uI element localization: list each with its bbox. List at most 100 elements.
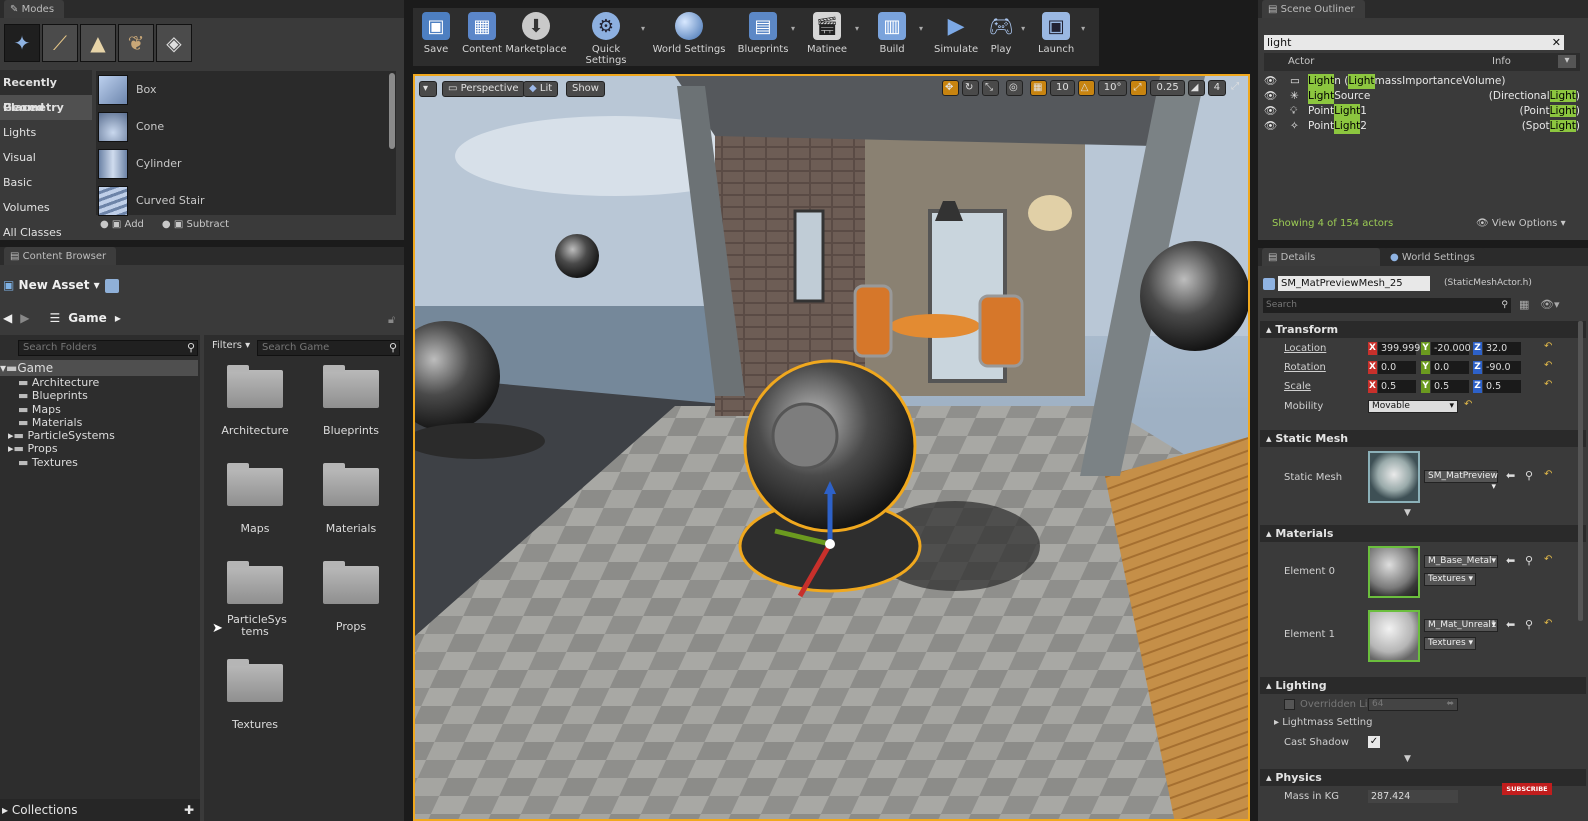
world-settings-tab[interactable]: ● World Settings bbox=[1384, 248, 1485, 266]
reset-static-mesh-icon[interactable]: ↶ bbox=[1544, 469, 1552, 480]
add-button[interactable]: ● ▣ Add bbox=[100, 219, 144, 230]
camera-speed-icon[interactable]: ◢ bbox=[1187, 80, 1205, 96]
content-button[interactable]: ▦ Content bbox=[459, 12, 505, 55]
column-actor[interactable]: Actor bbox=[1288, 53, 1314, 71]
paint-mode-icon[interactable]: ⟋ bbox=[42, 24, 78, 62]
outliner-row[interactable]: 👁︎ 💡︎ Point Light 1 (PointLight) bbox=[1264, 104, 1580, 119]
location-x[interactable]: 399.999 bbox=[1378, 342, 1420, 355]
visibility-eye-icon[interactable]: 👁︎ bbox=[1264, 74, 1290, 89]
reset-material-0-icon[interactable]: ↶ bbox=[1544, 554, 1552, 565]
build-button[interactable]: ▥ Build bbox=[865, 12, 919, 55]
viewport-options-button[interactable]: ▾ bbox=[419, 81, 437, 97]
landscape-mode-icon[interactable]: ▲ bbox=[80, 24, 116, 62]
lightmass-settings-label[interactable]: ▸ Lightmass Setting bbox=[1274, 717, 1372, 728]
tree-item[interactable]: ▸▬ Props bbox=[0, 442, 198, 455]
category-volumes[interactable]: Volumes bbox=[0, 195, 92, 220]
property-matrix-icon[interactable]: ▦ bbox=[1519, 298, 1529, 311]
scrollbar[interactable] bbox=[389, 73, 395, 149]
camera-speed-value[interactable]: 4 bbox=[1207, 80, 1227, 96]
rotation-label[interactable]: Rotation bbox=[1284, 362, 1326, 373]
scale-mode-icon[interactable]: ⤡ bbox=[982, 80, 999, 96]
place-mode-icon[interactable]: ✦ bbox=[4, 24, 40, 62]
tree-item[interactable]: ▬ Architecture bbox=[0, 376, 198, 389]
tree-item[interactable]: ▬ Blueprints bbox=[0, 389, 198, 402]
save-button[interactable]: ▣ Save bbox=[413, 12, 459, 55]
use-selected-arrow-icon[interactable]: ⬅ bbox=[1506, 469, 1515, 482]
scale-x[interactable]: 0.5 bbox=[1378, 380, 1416, 393]
world-local-icon[interactable]: ◎ bbox=[1006, 80, 1023, 96]
visibility-eye-icon[interactable]: 👁︎ bbox=[1264, 89, 1290, 104]
cast-shadow-checkbox[interactable]: ✓ bbox=[1368, 736, 1380, 748]
material-1-dropdown[interactable]: M_Mat_Unreal1 ▾ bbox=[1424, 619, 1498, 632]
placeable-item[interactable]: Cone bbox=[98, 108, 396, 145]
rotation-x[interactable]: 0.0 bbox=[1378, 361, 1416, 374]
add-collection-icon[interactable]: ✚ bbox=[184, 799, 194, 821]
save-all-icon[interactable] bbox=[105, 279, 119, 293]
grid-snap-value[interactable]: 10 bbox=[1050, 80, 1075, 96]
actor-name-input[interactable]: SM_MatPreviewMesh_25 bbox=[1278, 276, 1430, 291]
subtract-button[interactable]: ● ▣ Subtract bbox=[162, 219, 229, 230]
visibility-eye-icon[interactable]: 👁︎ bbox=[1264, 104, 1290, 119]
subscribe-badge[interactable]: SUBSCRIBE bbox=[1502, 783, 1552, 795]
browse-search-icon[interactable]: ⚲ bbox=[1525, 469, 1533, 482]
category-recently-placed[interactable]: Recently Placed bbox=[0, 70, 92, 114]
materials-section-header[interactable]: ▴ Materials bbox=[1260, 525, 1586, 542]
reset-material-1-icon[interactable]: ↶ bbox=[1544, 618, 1552, 629]
grid-snap-icon[interactable]: ▦ bbox=[1030, 80, 1047, 96]
tree-item[interactable]: ▬ Materials bbox=[0, 416, 198, 429]
asset-folder-maps[interactable]: Maps bbox=[210, 463, 300, 535]
clear-search-icon[interactable]: ✕ bbox=[1552, 35, 1561, 50]
static-mesh-thumbnail[interactable] bbox=[1368, 451, 1420, 503]
asset-folder-blueprints[interactable]: Blueprints bbox=[306, 365, 396, 437]
material-1-thumbnail[interactable] bbox=[1368, 610, 1420, 662]
static-mesh-dropdown[interactable]: SM_MatPreview ▾ bbox=[1424, 470, 1498, 492]
reset-scale-icon[interactable]: ↶ bbox=[1544, 379, 1552, 390]
location-y[interactable]: -20.000 bbox=[1431, 342, 1471, 355]
expand-arrow-icon[interactable]: ▼ bbox=[1404, 508, 1411, 518]
outliner-row[interactable]: 👁︎ ▭ Light n (Light massImportanceVolume) bbox=[1264, 74, 1580, 89]
browse-search-icon[interactable]: ⚲ bbox=[1525, 618, 1533, 631]
launch-dropdown-icon[interactable]: ▾ bbox=[1081, 24, 1085, 33]
back-icon[interactable]: ◀ bbox=[3, 311, 12, 325]
mobility-dropdown[interactable]: Movable ▾ bbox=[1368, 400, 1458, 413]
path-chevron-icon[interactable]: ▸ bbox=[115, 311, 121, 325]
placeable-item[interactable]: Curved Stair bbox=[98, 182, 396, 219]
category-lights[interactable]: Lights bbox=[0, 120, 92, 145]
quick-settings-button[interactable]: ⚙ Quick Settings bbox=[571, 12, 641, 66]
modes-tab[interactable]: ✎ Modes bbox=[4, 0, 65, 18]
forward-icon[interactable]: ▶ bbox=[20, 311, 29, 325]
asset-folder-architecture[interactable]: Architecture bbox=[210, 365, 300, 437]
blueprints-dropdown-icon[interactable]: ▾ bbox=[791, 24, 795, 33]
overridden-light-checkbox[interactable] bbox=[1284, 699, 1295, 710]
reset-mobility-icon[interactable]: ↶ bbox=[1464, 399, 1472, 410]
rotation-snap-icon[interactable]: △ bbox=[1077, 80, 1095, 96]
scale-snap-value[interactable]: 0.25 bbox=[1150, 80, 1185, 96]
details-tab[interactable]: ▤ Details bbox=[1262, 248, 1380, 266]
scale-y[interactable]: 0.5 bbox=[1431, 380, 1469, 393]
column-info[interactable]: Info bbox=[1492, 53, 1511, 71]
category-geometry[interactable]: Geometry bbox=[0, 95, 92, 120]
search-game-input[interactable]: Search Game ⚲ bbox=[257, 340, 400, 356]
show-button[interactable]: Show bbox=[566, 81, 605, 97]
search-folders-input[interactable]: Search Folders ⚲ bbox=[18, 340, 198, 356]
level-viewport[interactable]: ▾ ▭ Perspective ◆ Lit Show ✥ ↻ ⤡ ◎ ▦ 10 … bbox=[413, 74, 1250, 821]
tree-item[interactable]: ▬ Maps bbox=[0, 403, 198, 416]
asset-folder-materials[interactable]: Materials bbox=[306, 463, 396, 535]
scale-z[interactable]: 0.5 bbox=[1483, 380, 1521, 393]
rotation-snap-value[interactable]: 10° bbox=[1097, 80, 1128, 96]
asset-folder-props[interactable]: Props bbox=[306, 561, 396, 633]
reset-rotation-icon[interactable]: ↶ bbox=[1544, 360, 1552, 371]
path-game[interactable]: Game bbox=[68, 311, 107, 325]
perspective-button[interactable]: ▭ Perspective bbox=[442, 81, 525, 97]
rotate-mode-icon[interactable]: ↻ bbox=[962, 80, 979, 96]
lighting-section-header[interactable]: ▴ Lighting bbox=[1260, 677, 1586, 694]
location-label[interactable]: Location bbox=[1284, 343, 1326, 354]
geometry-edit-mode-icon[interactable]: ◈ bbox=[156, 24, 192, 62]
tree-item[interactable]: ▸▬ ParticleSystems bbox=[0, 429, 198, 442]
column-options-icon[interactable]: ▾ bbox=[1558, 55, 1576, 68]
outliner-row[interactable]: 👁︎ ✳ Light Source (DirectionalLight) bbox=[1264, 89, 1580, 104]
browse-search-icon[interactable]: ⚲ bbox=[1525, 554, 1533, 567]
details-scrollbar[interactable] bbox=[1578, 321, 1583, 621]
category-visual[interactable]: Visual bbox=[0, 145, 92, 170]
visibility-eye-icon[interactable]: 👁︎ bbox=[1264, 119, 1290, 134]
